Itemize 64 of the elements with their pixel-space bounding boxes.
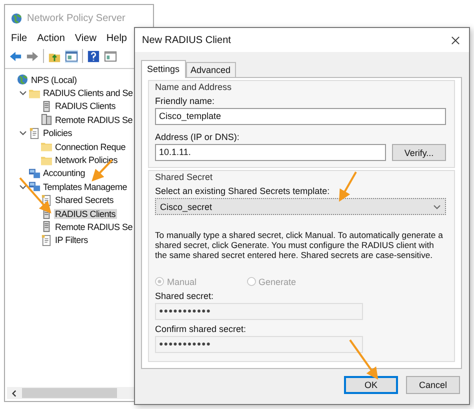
window-title: Network Policy Server	[27, 12, 126, 24]
instruction-text: To manually type a shared secret, click Manual. To automatically generate a shared secret, click Generate. You must configure the RADIUS client with the same shared secret entered here. Shared secrets are case-sensitive.	[155, 231, 444, 261]
group-title: Name and Address	[155, 82, 233, 92]
field-label: Friendly name:	[155, 96, 216, 106]
tree-item[interactable]: Shared Secrets	[54, 195, 115, 206]
folder-icon	[41, 154, 52, 166]
tree-item[interactable]: Remote RADIUS Se	[54, 222, 134, 232]
tree-item[interactable]: Templates Manageme	[42, 182, 128, 192]
folder-icon	[41, 141, 52, 152]
back-arrow-icon[interactable]	[9, 50, 22, 62]
folder-icon	[29, 88, 40, 99]
close-icon[interactable]	[451, 36, 460, 44]
scrollbar-thumb[interactable]	[22, 388, 117, 398]
servers-icon	[41, 114, 52, 126]
computers-icon	[29, 168, 40, 179]
input-field[interactable]: 10.1.11.	[155, 144, 386, 161]
tree-item[interactable]: NPS (Local)	[30, 74, 78, 85]
globe-icon	[11, 12, 22, 24]
expander-icon[interactable]	[19, 89, 27, 98]
help-icon[interactable]	[87, 50, 100, 62]
tree-item[interactable]: Connection Reque	[54, 142, 127, 152]
dropdown-caret-icon[interactable]	[433, 202, 441, 210]
menu-item[interactable]: View	[74, 33, 96, 44]
document-icon	[41, 234, 52, 246]
group-title: Shared Secret	[155, 172, 214, 182]
tree-item[interactable]: Remote RADIUS Se	[54, 114, 134, 125]
expander-icon[interactable]	[19, 129, 27, 138]
menu-item[interactable]: Help	[106, 33, 127, 44]
tab[interactable]: Settings	[141, 60, 186, 78]
tab[interactable]: Advanced	[186, 62, 236, 77]
ok-button[interactable]: OK	[344, 376, 398, 394]
annotation-arrow	[349, 339, 378, 380]
document-icon	[29, 128, 40, 139]
forward-arrow-icon[interactable]	[26, 50, 39, 62]
verify-button[interactable]: Verify...	[392, 144, 446, 161]
tree-item[interactable]: RADIUS Clients	[54, 101, 117, 112]
radio-label: Manual	[167, 276, 197, 287]
field-label: Confirm shared secret:	[155, 324, 248, 334]
pane-icon[interactable]	[104, 50, 117, 62]
radio-label: Generate	[258, 276, 296, 287]
tree-item[interactable]: Policies	[42, 128, 74, 138]
annotation-arrow	[339, 172, 357, 202]
cancel-button[interactable]: Cancel	[406, 376, 460, 394]
field-label: Address (IP or DNS):	[155, 132, 240, 142]
menu-item[interactable]: File	[11, 33, 28, 44]
tree-item[interactable]: RADIUS Clients and Se	[42, 88, 134, 98]
tree-item[interactable]: Network Policies	[54, 155, 119, 166]
tree-item[interactable]: RADIUS Clients	[54, 208, 117, 219]
template-dropdown[interactable]: Cisco_secret	[155, 198, 446, 215]
server-icon	[41, 208, 52, 220]
field-label: Shared secret:	[155, 290, 215, 301]
expander-icon[interactable]	[19, 182, 27, 191]
tree-item[interactable]: IP Filters	[54, 235, 89, 246]
server-icon	[41, 221, 52, 232]
menu-item[interactable]: Action	[37, 33, 65, 44]
dialog-title: New RADIUS Client	[142, 34, 231, 46]
tree-item[interactable]: Accounting	[42, 168, 86, 178]
scroll-left-icon[interactable]	[10, 388, 19, 398]
globe-icon	[17, 74, 28, 86]
input-field[interactable]: Cisco_template	[155, 108, 446, 125]
server-icon	[41, 100, 52, 112]
computers-icon	[29, 181, 40, 192]
console-icon[interactable]	[65, 50, 78, 62]
field-label: Select an existing Shared Secrets template:	[155, 186, 331, 196]
